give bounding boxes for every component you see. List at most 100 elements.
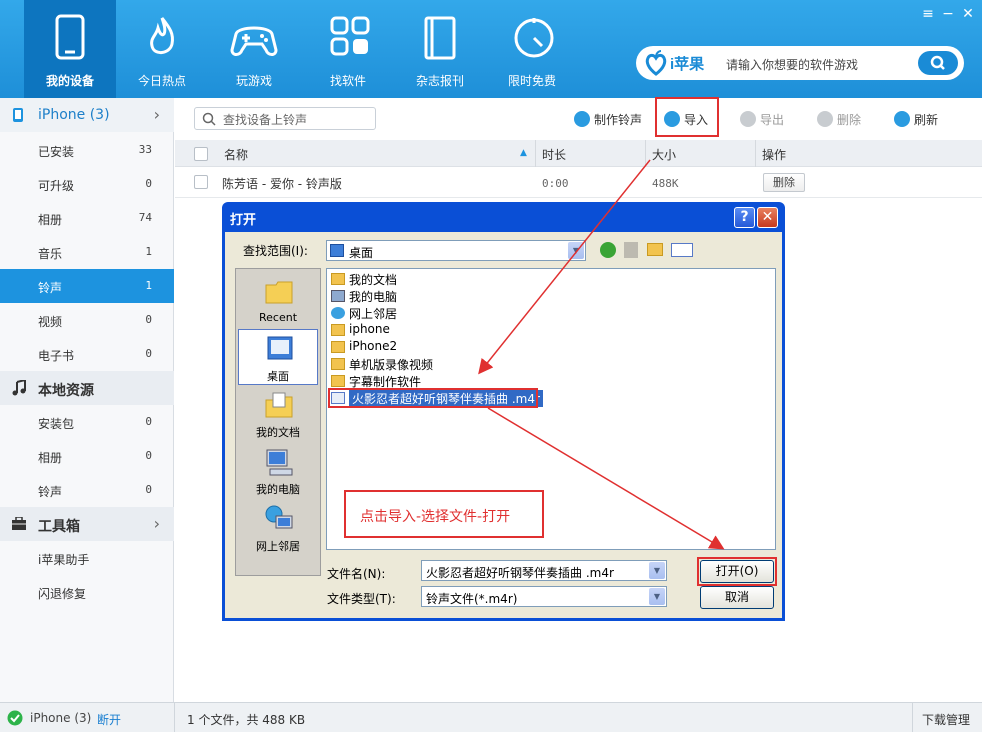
col-size[interactable]: 大小 <box>652 146 676 163</box>
row-size: 488K <box>652 177 679 190</box>
sidebar-item-music[interactable]: 音乐 1 <box>0 235 174 269</box>
item-count: 0 <box>145 449 152 462</box>
sidebar-device-header[interactable]: iPhone (3) › <box>0 98 174 132</box>
place-label: 我的电脑 <box>256 483 300 496</box>
sort-asc-icon: ▲ <box>520 148 527 158</box>
import-icon <box>664 111 680 127</box>
device-search-input[interactable]: 查找设备上铃声 <box>194 107 376 130</box>
item-label: 安装包 <box>38 417 75 431</box>
toolbox-title: 工具箱 <box>38 519 80 535</box>
file-name: 网上邻居 <box>349 307 398 321</box>
flame-icon <box>150 17 174 54</box>
view-menu-icon[interactable] <box>671 243 693 257</box>
nav-my-device[interactable]: 我的设备 <box>24 0 116 98</box>
desktop-icon <box>330 244 344 257</box>
nav-label: 限时免费 <box>507 74 556 88</box>
place-label: Recent <box>258 311 298 324</box>
place-my-documents[interactable]: 我的文档 <box>238 386 318 442</box>
network-icon <box>331 307 345 319</box>
button-label: 导出 <box>760 113 785 127</box>
status-bar <box>0 702 982 732</box>
sidebar-item-local-ringtones[interactable]: 铃声 0 <box>0 473 174 507</box>
download-manager-button[interactable]: 下载管理 <box>912 702 982 732</box>
dialog-close-button[interactable]: ✕ <box>757 207 778 228</box>
filetype-value: 铃声文件(*.m4r) <box>426 592 518 606</box>
gamepad-icon <box>230 26 278 56</box>
nav-magazines[interactable]: 杂志报刊 <box>394 0 486 98</box>
store-search-input[interactable]: 请输入你想要的软件游戏 <box>726 56 858 73</box>
sidebar-local-header[interactable]: 本地资源 <box>0 371 174 405</box>
place-my-computer[interactable]: 我的电脑 <box>238 443 318 499</box>
row-duration: 0:00 <box>542 177 569 190</box>
computer-icon <box>266 449 293 476</box>
cancel-button[interactable]: 取消 <box>700 586 774 609</box>
place-label: 我的文档 <box>256 426 300 439</box>
button-label: 删除 <box>837 113 862 127</box>
place-recent[interactable]: Recent <box>238 273 318 329</box>
sidebar-item-ringtones[interactable]: 铃声 1 <box>0 269 174 303</box>
minimize-button[interactable]: − <box>940 6 956 22</box>
new-folder-icon[interactable] <box>647 243 663 256</box>
close-button[interactable]: ✕ <box>960 6 976 22</box>
back-icon[interactable] <box>600 242 616 258</box>
folder-docs-icon <box>331 273 345 285</box>
place-desktop[interactable]: 桌面 <box>238 329 318 385</box>
sidebar-item-assistant[interactable]: i苹果助手 <box>0 541 174 575</box>
item-label: 铃声 <box>38 485 63 499</box>
phone-icon <box>55 14 85 60</box>
disconnect-link[interactable]: 断开 <box>97 711 121 728</box>
dialog-body: 查找范围(I): 桌面 ▼ Recent 桌面 我的文档 我的电脑 网上邻居 我… <box>225 232 782 618</box>
trash-icon <box>817 111 833 127</box>
status-device: iPhone (3) <box>30 711 92 725</box>
sidebar-item-local-photos[interactable]: 相册 0 <box>0 439 174 473</box>
row-delete-button[interactable]: 删除 <box>763 173 805 192</box>
import-button[interactable]: 导入 <box>664 109 714 129</box>
sidebar-item-videos[interactable]: 视频 0 <box>0 303 174 337</box>
refresh-button[interactable]: 刷新 <box>894 109 944 129</box>
sidebar-item-crash-repair[interactable]: 闪退修复 <box>0 575 174 609</box>
sidebar-item-photos[interactable]: 相册 74 <box>0 201 174 235</box>
table-header <box>175 140 982 167</box>
sidebar-item-ebooks[interactable]: 电子书 0 <box>0 337 174 371</box>
nav-today-hot[interactable]: 今日热点 <box>116 0 208 98</box>
connected-check-icon <box>7 710 23 726</box>
sidebar-item-upgradable[interactable]: 可升级 0 <box>0 167 174 201</box>
nav-limited-free[interactable]: 限时免费 <box>486 0 578 98</box>
row-checkbox[interactable] <box>194 175 208 189</box>
timer-icon <box>514 18 554 58</box>
nav-label: 玩游戏 <box>235 74 272 88</box>
place-network[interactable]: 网上邻居 <box>238 500 318 556</box>
sidebar-item-packages[interactable]: 安装包 0 <box>0 405 174 439</box>
menu-icon[interactable]: ≡ <box>920 6 936 22</box>
book-icon <box>424 16 456 60</box>
store-search-button[interactable] <box>918 51 958 75</box>
nav-find-software[interactable]: 找软件 <box>302 0 394 98</box>
export-icon <box>740 111 756 127</box>
brand-name: i苹果 <box>670 56 705 73</box>
delete-button[interactable]: 删除 <box>817 109 867 129</box>
nav-play-games[interactable]: 玩游戏 <box>208 0 300 98</box>
export-button[interactable]: 导出 <box>740 109 790 129</box>
divider <box>174 702 175 732</box>
file-name: 我的电脑 <box>349 290 398 304</box>
file-name: 单机版录像视频 <box>349 358 434 372</box>
help-button[interactable]: ? <box>734 207 755 228</box>
filename-input[interactable]: 火影忍者超好听钢琴伴奏插曲 .m4r ▼ <box>421 560 667 581</box>
up-folder-icon[interactable] <box>624 242 638 258</box>
item-label: i苹果助手 <box>38 553 90 567</box>
col-name[interactable]: 名称 <box>224 146 248 163</box>
col-duration[interactable]: 时长 <box>542 146 566 163</box>
dialog-title: 打开 <box>230 213 257 228</box>
sidebar-tools-header[interactable]: 工具箱 › <box>0 507 174 541</box>
filetype-select[interactable]: 铃声文件(*.m4r) ▼ <box>421 586 667 607</box>
file-name: iPhone2 <box>349 339 398 353</box>
item-count: 0 <box>145 483 152 496</box>
select-all-checkbox[interactable] <box>194 147 208 161</box>
open-button[interactable]: 打开(O) <box>700 560 774 583</box>
item-count: 0 <box>145 177 152 190</box>
look-in-select[interactable]: 桌面 ▼ <box>326 240 586 261</box>
item-label: 电子书 <box>38 349 75 363</box>
make-ringtone-button[interactable]: 制作铃声 <box>574 109 648 129</box>
places-bar: Recent 桌面 我的文档 我的电脑 网上邻居 <box>235 268 321 576</box>
sidebar-item-installed[interactable]: 已安装 33 <box>0 133 174 167</box>
